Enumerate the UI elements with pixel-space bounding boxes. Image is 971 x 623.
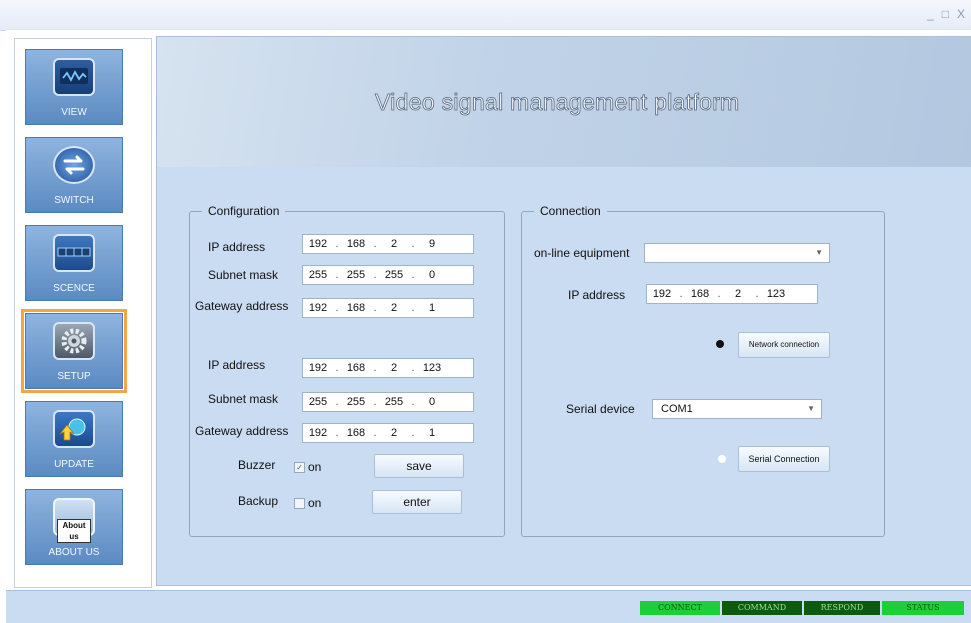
update-icon [53,410,95,448]
configuration-title: Configuration [202,204,286,218]
gateway-address-field[interactable]: 192. 168. 2. 1 [302,298,474,318]
backup-label: Backup [238,494,279,508]
serial-device-value: COM1 [661,403,693,415]
subnet-mask-field[interactable]: 255. 255. 255. 0 [302,265,474,285]
about-us-icon: About us [53,498,95,543]
octet: 123 [422,362,442,374]
sidebar-item-scence[interactable]: SCENCE [25,225,123,301]
save-button[interactable]: save [374,454,464,478]
serial-connection-button[interactable]: Serial Connection [738,446,830,472]
page-title: Video signal management platform [375,89,740,116]
octet: 2 [390,427,398,439]
sidebar-item-update[interactable]: UPDATE [25,401,123,477]
sidebar-item-label: SWITCH [54,195,94,206]
gateway-address-field[interactable]: 192. 168. 2. 1 [302,423,474,443]
ip-address-field[interactable]: 192. 168. 2. 123 [646,284,818,304]
octet: 255 [346,396,366,408]
about-us-icon-text: About us [57,519,91,543]
buzzer-option-label: on [308,460,322,474]
octet: 0 [428,269,436,281]
status-respond: RESPOND [804,601,880,615]
online-equipment-select[interactable]: ▼ [644,243,830,263]
octet: 255 [308,396,328,408]
backup-option-label: on [308,496,322,510]
octet: 1 [428,302,436,314]
subnet-mask-label: Subnet mask [208,268,279,282]
subnet-mask-label: Subnet mask [208,392,279,406]
chevron-down-icon: ▼ [815,248,823,257]
close-icon[interactable]: X [957,7,965,21]
ip-address-label: IP address [568,288,626,302]
status-bar: CONNECT COMMAND RESPOND STATUS [6,590,971,623]
window-controls: _ □ X [927,7,965,21]
configuration-group: Configuration IP address 192. 168. 2. 9 … [189,204,505,537]
sidebar-item-label: VIEW [61,107,87,118]
buzzer-checkbox[interactable]: ✓ [294,462,305,473]
backup-checkbox[interactable] [294,498,305,509]
octet: 168 [346,427,366,439]
sidebar-item-label: ABOUT US [48,547,100,558]
octet: 2 [734,288,742,300]
octet: 168 [346,302,366,314]
network-connection-button[interactable]: Network connection [738,332,830,358]
serial-radio[interactable] [718,455,726,463]
ip-address-label: IP address [208,240,266,254]
status-command: COMMAND [722,601,802,615]
title-bar: _ □ X [0,0,971,31]
banner: Video signal management platform [157,37,971,167]
octet: 255 [384,396,404,408]
app-window: VIEW SWITCH SCENCE SETUP UPDATE About us… [6,30,971,623]
sidebar-item-label: SCENCE [53,283,95,294]
octet: 255 [308,269,328,281]
status-status: STATUS [882,601,964,615]
maximize-icon[interactable]: □ [942,7,949,21]
gear-icon [53,322,95,360]
octet: 1 [428,427,436,439]
online-equipment-label: on-line equipment [534,246,630,260]
serial-device-select[interactable]: COM1 ▼ [652,399,822,419]
octet: 0 [428,396,436,408]
sidebar-item-switch[interactable]: SWITCH [25,137,123,213]
octet: 123 [766,288,786,300]
ip-address-field[interactable]: 192. 168. 2. 123 [302,358,474,378]
serial-device-label: Serial device [566,402,635,416]
waveform-monitor-icon [53,58,95,96]
sidebar-item-about-us[interactable]: About us ABOUT US [25,489,123,565]
status-connect: CONNECT [640,601,720,615]
octet: 168 [346,238,366,250]
subnet-mask-field[interactable]: 255. 255. 255. 0 [302,392,474,412]
octet: 9 [428,238,436,250]
gateway-address-label: Gateway address [195,424,289,438]
ip-address-field[interactable]: 192. 168. 2. 9 [302,234,474,254]
octet: 2 [390,302,398,314]
sidebar-item-setup[interactable]: SETUP [21,309,127,393]
network-radio[interactable] [716,340,724,348]
buzzer-label: Buzzer [238,458,276,472]
sidebar: VIEW SWITCH SCENCE SETUP UPDATE About us… [14,38,152,588]
octet: 168 [690,288,710,300]
enter-button[interactable]: enter [372,490,462,514]
octet: 255 [384,269,404,281]
ip-address-label: IP address [208,358,266,372]
gateway-address-label: Gateway address [195,299,289,313]
sidebar-item-label: SETUP [57,371,91,382]
minimize-icon[interactable]: _ [927,7,934,21]
octet: 192 [308,427,328,439]
octet: 2 [390,362,398,374]
octet: 192 [308,362,328,374]
chevron-down-icon: ▼ [807,404,815,413]
octet: 168 [346,362,366,374]
sidebar-item-view[interactable]: VIEW [25,49,123,125]
octet: 192 [308,302,328,314]
scene-panel-icon [53,234,95,272]
octet: 255 [346,269,366,281]
switch-arrows-icon [53,146,95,184]
octet: 2 [390,238,398,250]
octet: 192 [308,238,328,250]
connection-group: Connection on-line equipment ▼ IP addres… [521,204,885,537]
sidebar-item-label: UPDATE [54,459,94,470]
octet: 192 [652,288,672,300]
main-panel: Video signal management platform Configu… [156,36,971,586]
connection-title: Connection [534,204,607,218]
